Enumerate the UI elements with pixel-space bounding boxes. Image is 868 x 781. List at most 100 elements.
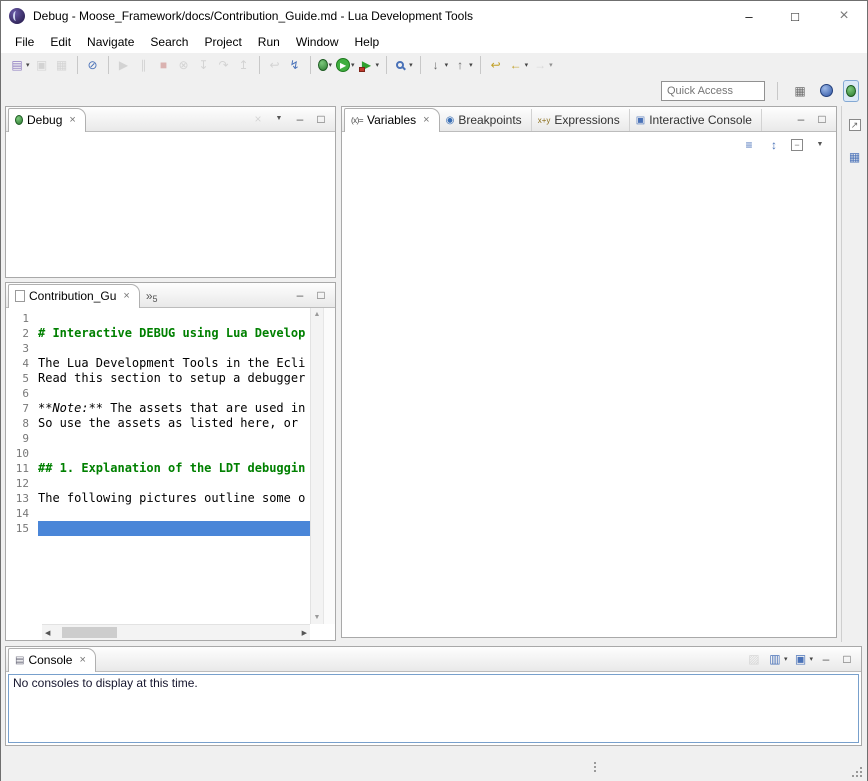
- tab-breakpoints[interactable]: ◉Breakpoints: [440, 109, 532, 131]
- step-return-icon: ↥: [236, 57, 252, 73]
- line-text: [38, 311, 310, 326]
- editor-body[interactable]: 12# Interactive DEBUG using Lua Develop3…: [6, 308, 335, 640]
- toolbar-separator: [777, 82, 778, 100]
- window-controls: – □ ×: [726, 1, 867, 31]
- view-menu-button[interactable]: ▼: [270, 110, 288, 128]
- overview-ruler: [323, 308, 335, 624]
- terminate-button[interactable]: ■: [154, 54, 174, 76]
- line-number: 5: [6, 371, 38, 386]
- collapse-all-button[interactable]: −: [789, 134, 805, 156]
- maximize-button[interactable]: □: [838, 650, 856, 668]
- quick-access-input[interactable]: [661, 81, 765, 101]
- menu-search[interactable]: Search: [142, 32, 196, 52]
- tab-interactive-console[interactable]: ▣Interactive Console: [630, 109, 762, 131]
- previous-annotation-icon: ↑: [452, 57, 468, 73]
- save-button[interactable]: ▣: [32, 54, 52, 76]
- editor-tab-overflow[interactable]: »5: [140, 286, 164, 307]
- resize-grip[interactable]: [860, 775, 862, 777]
- lua-perspective-button[interactable]: [818, 80, 835, 102]
- show-type-names-button[interactable]: ≡: [739, 134, 759, 156]
- menu-run[interactable]: Run: [250, 32, 288, 52]
- menu-file[interactable]: File: [7, 32, 42, 52]
- drop-to-frame-button[interactable]: ↩: [265, 54, 285, 76]
- tab-variables[interactable]: (x)=Variables×: [344, 108, 440, 132]
- debug-perspective-button[interactable]: [843, 80, 859, 102]
- resume-button[interactable]: ▶: [114, 54, 134, 76]
- dropdown-arrow-icon: ▾: [376, 61, 380, 69]
- console-output[interactable]: No consoles to display at this time.: [8, 674, 859, 743]
- skip-all-breakpoints-button[interactable]: ⊘: [83, 54, 103, 76]
- new-button[interactable]: ▤▾: [7, 54, 32, 76]
- dropdown-arrow-icon: ▾: [26, 61, 30, 69]
- close-window-button[interactable]: ×: [821, 1, 867, 31]
- minimize-button[interactable]: –: [291, 286, 309, 304]
- open-console-button[interactable]: ▣▾: [791, 650, 814, 668]
- tab-console[interactable]: ▤ Console ×: [8, 648, 96, 672]
- step-return-button[interactable]: ↥: [234, 54, 254, 76]
- menu-project[interactable]: Project: [196, 32, 249, 52]
- horizontal-scrollbar[interactable]: ◀ ▶: [42, 624, 310, 640]
- tab-expressions[interactable]: x+yExpressions: [532, 109, 630, 131]
- minimize-button[interactable]: –: [291, 110, 309, 128]
- line-text: # Interactive DEBUG using Lua Develop: [38, 326, 310, 341]
- save-all-button[interactable]: ▦: [52, 54, 72, 76]
- tab-contribution-guide[interactable]: Contribution_Gu ×: [8, 284, 140, 308]
- tab-label: Console: [28, 653, 72, 667]
- show-logical-structures-button[interactable]: ↕: [764, 134, 784, 156]
- use-step-filters-button[interactable]: ↯: [285, 54, 305, 76]
- external-tools-button[interactable]: ▶▾: [357, 54, 382, 76]
- line-text: Read this section to setup a debugger: [38, 371, 310, 386]
- scroll-right-icon[interactable]: ▶: [302, 629, 307, 637]
- menu-window[interactable]: Window: [288, 32, 347, 52]
- maximize-button[interactable]: □: [813, 110, 831, 128]
- previous-annotation-button[interactable]: ↑▾: [450, 54, 475, 76]
- next-annotation-button[interactable]: ↓▾: [426, 54, 451, 76]
- close-icon[interactable]: ×: [69, 114, 75, 126]
- close-icon[interactable]: ×: [423, 114, 429, 126]
- display-selected-console-button[interactable]: ▥▾: [766, 650, 789, 668]
- open-perspective-button[interactable]: ▦: [790, 80, 810, 102]
- scroll-up-icon[interactable]: ▲: [314, 311, 321, 318]
- suspend-button[interactable]: ∥: [134, 54, 154, 76]
- menu-help[interactable]: Help: [347, 32, 388, 52]
- view-menu-button[interactable]: ▼: [810, 134, 830, 156]
- debug-history-button[interactable]: ▾: [316, 54, 335, 76]
- forward-button[interactable]: →▾: [530, 54, 555, 76]
- editor-text-area[interactable]: 12# Interactive DEBUG using Lua Develop3…: [6, 308, 310, 624]
- back-button[interactable]: ←▾: [506, 54, 531, 76]
- maximize-button[interactable]: □: [312, 110, 330, 128]
- scroll-down-icon[interactable]: ▼: [314, 614, 321, 621]
- restore-view-button[interactable]: ↗: [847, 114, 863, 136]
- run-history-button[interactable]: ▶▾: [334, 54, 357, 76]
- last-edit-location-button[interactable]: ↩: [486, 54, 506, 76]
- minimize-window-button[interactable]: –: [726, 1, 772, 31]
- view-menu-icon: ▼: [271, 111, 287, 127]
- vertical-scrollbar[interactable]: ▲ ▼: [310, 308, 323, 624]
- toolbar-separator: [420, 56, 421, 74]
- line-number: 7: [6, 401, 38, 416]
- line-number: 9: [6, 431, 38, 446]
- scroll-track[interactable]: [50, 625, 301, 640]
- menu-navigate[interactable]: Navigate: [79, 32, 142, 52]
- step-into-button[interactable]: ↧: [194, 54, 214, 76]
- toolbar-separator: [77, 56, 78, 74]
- step-into-icon: ↧: [196, 57, 212, 73]
- back-icon: ←: [508, 57, 524, 73]
- tab-debug[interactable]: Debug ×: [8, 108, 86, 132]
- scroll-thumb[interactable]: [62, 627, 117, 638]
- disconnect-button[interactable]: ⊗: [174, 54, 194, 76]
- outline-view-button[interactable]: ▦: [845, 146, 865, 168]
- sash-handle[interactable]: [593, 762, 597, 774]
- remove-terminated-button[interactable]: ×: [249, 110, 267, 128]
- menu-edit[interactable]: Edit: [42, 32, 79, 52]
- close-icon[interactable]: ×: [123, 290, 129, 302]
- minimize-button[interactable]: –: [792, 110, 810, 128]
- minimize-button[interactable]: –: [817, 650, 835, 668]
- search-button[interactable]: ▾: [392, 54, 415, 76]
- maximize-button[interactable]: □: [312, 286, 330, 304]
- tab-label: Contribution_Gu: [29, 289, 116, 303]
- clear-console-button[interactable]: ▨: [745, 650, 763, 668]
- step-over-button[interactable]: ↷: [214, 54, 234, 76]
- close-icon[interactable]: ×: [79, 654, 85, 666]
- maximize-window-button[interactable]: □: [772, 1, 818, 31]
